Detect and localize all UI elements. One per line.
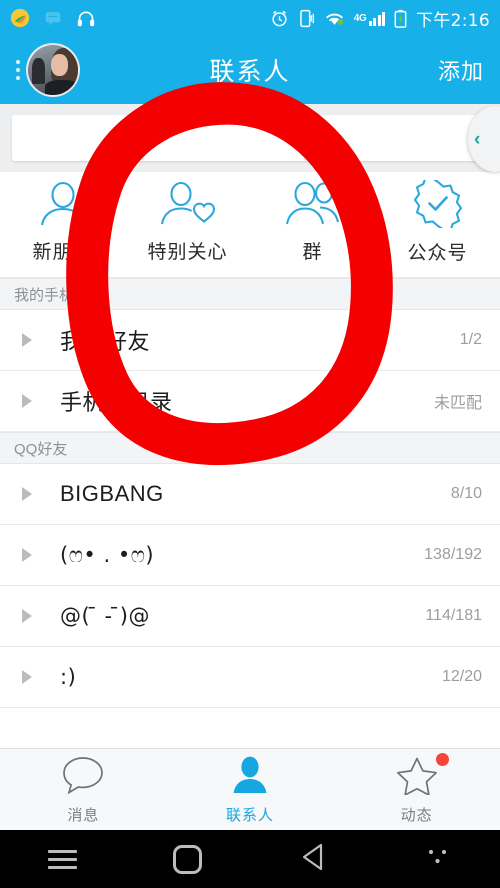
group-count: 114/181 [425, 607, 482, 624]
contact-list: 我的手机 我的好友 1/2 手机通讯录 未匹配 QQ好友 BIGBANG 8/1… [0, 278, 500, 732]
vibrate-phone-icon [298, 9, 315, 28]
clock-label: 下午2:16 [416, 10, 490, 31]
status-badge [435, 752, 449, 766]
avatar[interactable] [26, 43, 80, 97]
headphones-icon [76, 9, 96, 27]
home-button[interactable] [125, 844, 250, 874]
wifi-icon [324, 10, 345, 27]
group-name: @( ̄ - ̄)@ [60, 604, 150, 628]
bottom-tab-bar: 消息 联系人 动态 [0, 748, 500, 830]
group-count: 8/10 [450, 485, 482, 502]
verified-badge-icon [412, 180, 464, 228]
menu-icon [48, 849, 77, 869]
category-groups[interactable]: 群 [250, 181, 375, 264]
tab-contacts[interactable]: 联系人 [167, 755, 334, 825]
group-name: 我的好友 [60, 329, 151, 354]
category-label: 特别关心 [147, 242, 228, 263]
app-leaf-icon [10, 8, 30, 28]
status-bar: 4G 下午2:16 [0, 0, 500, 36]
dots-icon [425, 846, 451, 873]
list-item[interactable]: 手机通讯录 未匹配 [0, 371, 500, 432]
list-bottom-filler [0, 708, 500, 732]
more-button[interactable] [375, 846, 500, 873]
alarm-clock-icon [270, 9, 289, 28]
tab-activity[interactable]: 动态 [333, 752, 500, 825]
category-label: 群 [302, 242, 323, 263]
chevron-right-icon [22, 394, 32, 408]
chevron-left-icon: ‹ [474, 128, 481, 150]
status-bar-left-icons [10, 8, 96, 28]
tab-messages[interactable]: 消息 [0, 755, 167, 825]
speech-bubble-icon [60, 755, 106, 800]
chevron-right-icon [22, 548, 32, 562]
home-icon [173, 844, 202, 874]
three-dots-icon[interactable] [16, 60, 20, 80]
group-count: 未匹配 [433, 395, 482, 412]
list-item[interactable]: 我的好友 1/2 [0, 310, 500, 371]
group-count: 138/192 [424, 546, 482, 563]
add-button[interactable]: 添加 [438, 54, 484, 86]
tab-label: 联系人 [226, 806, 275, 824]
back-icon [300, 842, 326, 877]
group-name: 手机通讯录 [60, 390, 173, 415]
phone-screen: 4G 下午2:16 联系人 添加 ‹ 新朋友 特别关心 群 公众号 我的手机 我… [0, 0, 500, 888]
category-official-accounts[interactable]: 公众号 [375, 180, 500, 265]
category-shortcuts: 新朋友 特别关心 群 公众号 [0, 172, 500, 278]
tab-label: 消息 [67, 806, 100, 824]
back-button[interactable] [250, 842, 375, 877]
group-name: (ෆ• . •ෆ) [60, 542, 155, 567]
category-label: 公众号 [407, 243, 468, 264]
star-outline-icon [394, 755, 440, 800]
chevron-right-icon [22, 670, 32, 684]
person-outline-icon [36, 181, 90, 227]
group-count: 1/2 [459, 331, 482, 348]
android-nav-bar [0, 830, 500, 888]
list-item[interactable]: BIGBANG 8/10 [0, 464, 500, 525]
list-item[interactable]: @( ̄ - ̄)@ 114/181 [0, 586, 500, 647]
chevron-right-icon [22, 487, 32, 501]
search-area: ‹ [0, 104, 500, 172]
group-count: 12/20 [441, 668, 482, 685]
app-header: 联系人 添加 [0, 36, 500, 104]
chevron-right-icon [22, 609, 32, 623]
status-bar-right-icons: 4G 下午2:16 [270, 6, 490, 31]
list-item[interactable]: (ෆ• . •ෆ) 138/192 [0, 525, 500, 586]
group-name: BIGBANG [60, 481, 164, 506]
tab-label: 动态 [400, 806, 433, 824]
section-header-my-phone: 我的手机 [0, 278, 500, 310]
search-input[interactable] [12, 115, 488, 161]
list-item[interactable]: :) 12/20 [0, 647, 500, 708]
menu-button[interactable] [0, 849, 125, 869]
signal-bars-icon: 4G [353, 11, 386, 26]
network-type-label: 4G [353, 12, 367, 24]
person-heart-icon [159, 181, 217, 227]
message-muted-icon [44, 10, 62, 26]
category-special-care[interactable]: 特别关心 [125, 181, 250, 264]
section-header-qq-friends: QQ好友 [0, 432, 500, 464]
person-filled-icon [227, 755, 273, 800]
chevron-right-icon [22, 333, 32, 347]
battery-icon [394, 9, 407, 28]
group-name: :) [60, 665, 77, 689]
category-new-friends[interactable]: 新朋友 [0, 181, 125, 264]
group-people-icon [284, 181, 342, 227]
category-label: 新朋友 [32, 242, 93, 263]
